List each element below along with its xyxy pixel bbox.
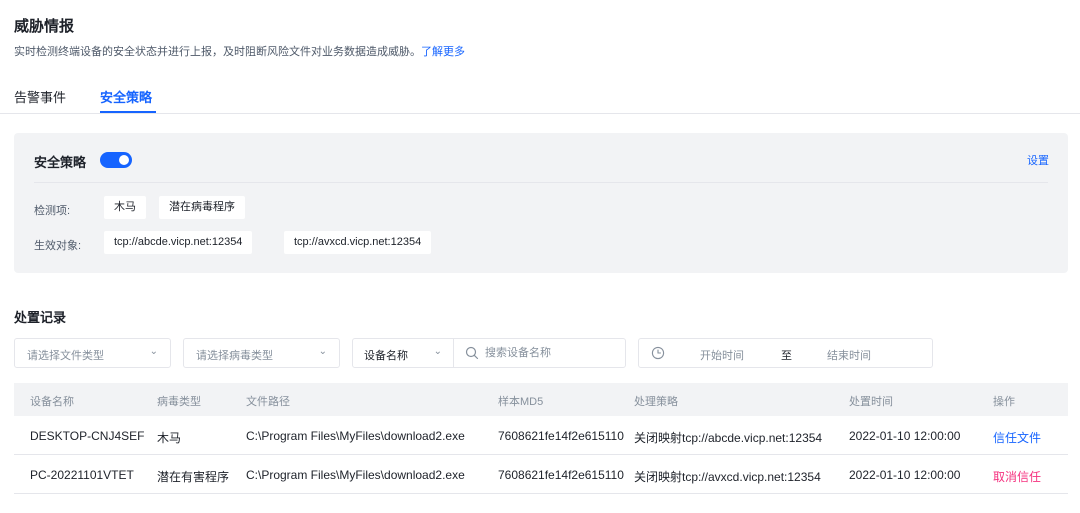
detect-item-tag: 木马: [104, 196, 146, 219]
cell-device: PC-20221101VTET: [30, 468, 134, 482]
cell-file-path: C:\Program Files\MyFiles\download2.exe: [246, 429, 465, 443]
target-tag: tcp://abcde.vicp.net:12354: [104, 231, 253, 254]
chevron-down-icon: ⌄: [433, 346, 442, 357]
device-search-input[interactable]: [485, 343, 615, 363]
target-label: 生效对象:: [34, 240, 82, 252]
page-description: 实时检测终端设备的安全状态并进行上报，及时阻断风险文件对业务数据造成威胁。了解更…: [14, 43, 465, 59]
cell-file-path: C:\Program Files\MyFiles\download2.exe: [246, 468, 465, 482]
table-header: 设备名称 病毒类型 文件路径 样本MD5 处理策略 处置时间 操作: [14, 383, 1068, 416]
virus-type-placeholder: 请选择病毒类型: [196, 350, 273, 362]
column-header: 处置时间: [849, 396, 893, 408]
security-policy-card: 安全策略 设置 检测项: 木马 潜在病毒程序 生效对象: tcp://abcde…: [14, 133, 1068, 273]
search-icon: [465, 346, 479, 360]
tab-alert-events[interactable]: 告警事件: [14, 87, 66, 106]
date-range-picker[interactable]: 开始时间 至 结束时间: [638, 338, 933, 368]
detect-items-label: 检测项:: [34, 205, 71, 217]
toggle-knob: [119, 155, 129, 165]
cell-policy: 关闭映射tcp://abcde.vicp.net:12354: [634, 431, 823, 445]
column-header: 病毒类型: [157, 396, 201, 408]
description-text: 实时检测终端设备的安全状态并进行上报，及时阻断风险文件对业务数据造成威胁。: [14, 46, 421, 58]
cell-md5: 7608621fe14f2e615110: [498, 429, 624, 443]
learn-more-link[interactable]: 了解更多: [421, 46, 465, 58]
cell-policy: 关闭映射tcp://avxcd.vicp.net:12354: [634, 470, 821, 484]
policy-title: 安全策略: [34, 155, 87, 170]
cell-virus-type: 木马: [157, 431, 182, 445]
clock-icon: [651, 346, 665, 360]
cell-time: 2022-01-10 12:00:00: [849, 429, 961, 443]
chevron-down-icon: ⌄: [149, 346, 158, 357]
file-type-select[interactable]: 请选择文件类型 ⌄: [14, 338, 171, 368]
column-header: 文件路径: [246, 396, 290, 408]
column-header: 设备名称: [30, 396, 74, 408]
records-title: 处置记录: [14, 310, 67, 325]
cell-virus-type: 潜在有害程序: [157, 470, 230, 484]
cell-device: DESKTOP-CNJ4SEF: [30, 429, 145, 443]
table-row: PC-20221101VTET 潜在有害程序 C:\Program Files\…: [14, 455, 1068, 494]
table-row: DESKTOP-CNJ4SEF 木马 C:\Program Files\MyFi…: [14, 416, 1068, 455]
target-tag: tcp://avxcd.vicp.net:12354: [284, 231, 432, 254]
file-type-placeholder: 请选择文件类型: [27, 350, 104, 362]
virus-type-select[interactable]: 请选择病毒类型 ⌄: [183, 338, 340, 368]
active-tab-indicator: [100, 111, 156, 113]
device-field-select[interactable]: 设备名称 ⌄: [353, 339, 454, 367]
cell-md5: 7608621fe14f2e615110: [498, 468, 624, 482]
chevron-down-icon: ⌄: [318, 346, 327, 357]
card-divider: [34, 182, 1048, 183]
column-header: 处理策略: [634, 396, 678, 408]
policy-toggle[interactable]: [100, 152, 132, 168]
start-time-placeholder: 开始时间: [700, 350, 744, 362]
settings-link[interactable]: 设置: [1027, 152, 1049, 168]
column-header: 操作: [993, 396, 1015, 408]
tab-security-policy[interactable]: 安全策略: [100, 87, 152, 106]
column-header: 样本MD5: [498, 396, 544, 408]
tab-bar: 告警事件 安全策略: [0, 80, 1080, 114]
untrust-link[interactable]: 取消信任: [993, 468, 1041, 485]
device-search-combo: 设备名称 ⌄: [352, 338, 626, 368]
trust-file-link[interactable]: 信任文件: [993, 429, 1041, 446]
page-title: 威胁情报: [14, 18, 75, 35]
device-field-value: 设备名称: [364, 350, 408, 362]
detect-item-tag: 潜在病毒程序: [159, 196, 245, 219]
cell-time: 2022-01-10 12:00:00: [849, 468, 961, 482]
end-time-placeholder: 结束时间: [827, 350, 871, 362]
range-separator: 至: [781, 350, 792, 362]
